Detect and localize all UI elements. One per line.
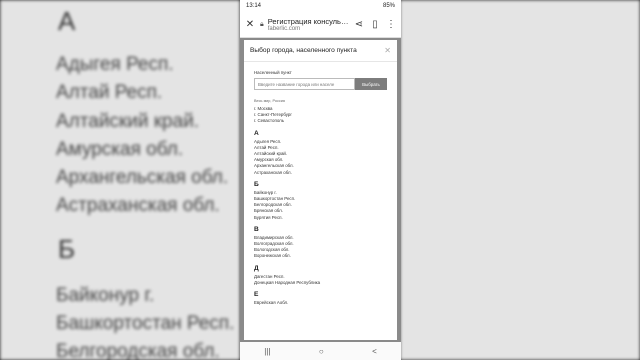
region-link[interactable]: Бурятия Респ. [254,215,387,221]
region-link[interactable]: Воронежская обл. [254,253,387,259]
page-domain: faberlic.com [267,26,301,32]
recent-apps-button[interactable]: ||| [264,347,270,356]
background-left: А Адыгея Респ. Алтай Респ. Алтайский кра… [0,0,240,360]
background-line: Байконур г. [56,285,155,306]
background-line: Башкортостан Респ. [56,313,235,334]
dialog-title: Выбор города, населенного пункта [250,47,357,54]
background-right [400,0,640,360]
background-line: Амурская обл. [56,139,184,160]
top-cities-list: г. Москва г. Санкт-Петербург г. Севастоп… [254,106,387,125]
phone-screen: 13:14 85% ✕ 🔒︎ Регистрация консуль… fabe… [240,0,401,360]
region-link[interactable]: Донецкая Народная Республика [254,280,387,286]
browser-toolbar: ✕ 🔒︎ Регистрация консуль… faberlic.com ⋖… [240,12,401,38]
region-caption: Весь мир, Россия [254,99,285,103]
letter-heading: Е [254,291,259,299]
page-address[interactable]: Регистрация консуль… faberlic.com [268,17,349,32]
back-button[interactable]: < [372,347,377,356]
clock: 13:14 [246,3,262,9]
dialog-body: Населенный пункт Выбрать Весь мир, Росси… [244,62,397,312]
letter-heading: Д [254,264,259,272]
battery-indicator: 85% [382,3,395,9]
city-search-input[interactable] [254,78,355,90]
background-line: Алтайский край. [56,111,200,132]
background-line: Алтай Респ. [56,82,163,103]
city-picker-dialog: Выбор города, населенного пункта ✕ Насел… [244,40,397,340]
background-letter: Б [58,234,76,264]
letter-heading: Б [254,180,259,188]
status-bar: 13:14 85% [240,0,401,12]
background-line: Адыгея Респ. [56,54,174,75]
share-icon[interactable]: ⋖ [353,19,365,30]
select-button[interactable]: Выбрать [355,78,387,90]
region-link[interactable]: Астраханская обл. [254,170,387,176]
background-line: Белгородская обл. [56,341,220,360]
letter-heading: В [254,225,259,233]
bookmark-icon[interactable]: ▯ [369,19,381,30]
search-row: Выбрать [254,78,387,90]
page-title: Регистрация консуль… [267,17,349,26]
more-menu-icon[interactable]: ⋮ [385,19,397,30]
dialog-header: Выбор города, населенного пункта ✕ [244,40,397,62]
home-button[interactable]: ○ [319,347,324,356]
field-label: Населенный пункт [254,70,292,75]
video-frame: А Адыгея Респ. Алтай Респ. Алтайский кра… [0,0,640,360]
background-line: Астраханская обл. [56,195,220,216]
city-link[interactable]: г. Севастополь [254,118,387,124]
close-icon[interactable]: ✕ [244,19,256,30]
letter-heading: А [254,129,259,137]
region-link[interactable]: Еврейская Аобл. [254,300,387,306]
android-nav-bar: ||| ○ < [240,342,401,360]
close-icon[interactable]: ✕ [384,46,391,55]
lock-icon: 🔒︎ [260,20,264,28]
background-line: Архангельская обл. [56,167,229,188]
background-letter: А [58,6,76,36]
